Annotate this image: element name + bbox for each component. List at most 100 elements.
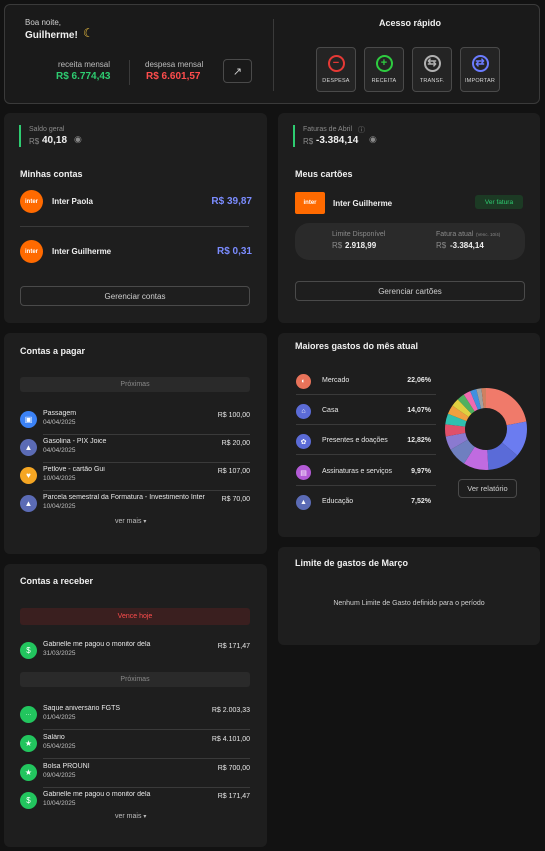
quick-transfer-label: TRANSF. bbox=[419, 78, 445, 84]
more-icon: ··· bbox=[20, 706, 37, 723]
top-expenses-panel: Maiores gastos do mês atual ◐ Mercado 22… bbox=[278, 333, 540, 537]
item-name: Gasolina - PIX Joice bbox=[43, 438, 107, 445]
minus-icon: − bbox=[327, 55, 345, 72]
category-percent: 7,52% bbox=[411, 498, 431, 505]
limit-label: Limite Disponível bbox=[332, 231, 386, 238]
payables-title: Contas a pagar bbox=[20, 346, 86, 356]
manage-cards-button[interactable]: Gerenciar cartões bbox=[295, 281, 525, 301]
cards-title: Meus cartões bbox=[295, 169, 353, 179]
card-logo-icon: inter bbox=[295, 192, 325, 214]
list-item[interactable]: ▲ Parcela semestral da Formatura - Inves… bbox=[20, 493, 250, 515]
list-item[interactable]: ♥ Petlove - cartão Gui 10/04/2025 R$ 107… bbox=[20, 465, 250, 491]
limit-currency: R$ bbox=[332, 241, 343, 250]
greeting-text: Boa noite, bbox=[25, 18, 62, 27]
upcoming-section-label: Próximas bbox=[20, 377, 250, 392]
list-item[interactable]: ★ Bolsa PROUNI 09/04/2025 R$ 700,00 bbox=[20, 762, 250, 788]
row-divider bbox=[43, 434, 250, 435]
item-value: R$ 2.003,33 bbox=[211, 707, 250, 714]
account-name: Inter Guilherme bbox=[52, 247, 112, 256]
invoice-accent bbox=[293, 125, 295, 147]
item-date: 09/04/2025 bbox=[43, 772, 76, 779]
pet-icon: ♥ bbox=[20, 467, 37, 484]
account-row[interactable]: inter Inter Paola R$ 39,87 bbox=[20, 190, 252, 214]
invoice-label: Faturas de Abril bbox=[303, 126, 353, 133]
quick-expense-button[interactable]: − DESPESA bbox=[316, 47, 356, 92]
info-icon: ⓘ bbox=[358, 127, 365, 134]
item-date: 05/04/2025 bbox=[43, 743, 76, 750]
quick-import-button[interactable]: ⇄ IMPORTAR bbox=[460, 47, 500, 92]
item-name: Saque aniversário FGTS bbox=[43, 705, 121, 712]
top-expenses-title: Maiores gastos do mês atual bbox=[295, 341, 419, 351]
account-row[interactable]: inter Inter Guilherme R$ 0,31 bbox=[20, 240, 252, 264]
item-value: R$ 171,47 bbox=[217, 793, 250, 800]
list-item[interactable]: ✿ Presentes e doações 12,82% bbox=[296, 433, 436, 455]
chevron-down-icon: ▾ bbox=[143, 814, 147, 820]
quick-access-title: Acesso rápido bbox=[379, 18, 442, 28]
eye-icon[interactable]: ◉ bbox=[369, 134, 377, 145]
trend-icon: ↗ bbox=[232, 65, 243, 78]
item-name: Salário bbox=[43, 734, 65, 741]
moon-icon: ☾ bbox=[83, 26, 94, 40]
cart-icon: ◐ bbox=[296, 374, 311, 389]
list-item[interactable]: ★ Salário 05/04/2025 R$ 4.101,00 bbox=[20, 733, 250, 759]
see-more-link[interactable]: ver mais ▾ bbox=[115, 813, 146, 820]
balance-accent bbox=[19, 125, 21, 147]
bank-logo-icon: inter bbox=[20, 240, 43, 263]
card-summary: Limite Disponível R$ 2.918,99 Fatura atu… bbox=[295, 223, 525, 260]
see-report-button[interactable]: Ver relatório bbox=[458, 479, 517, 498]
item-name: Bolsa PROUNI bbox=[43, 763, 90, 770]
invoice-value: -3.384,14 bbox=[316, 135, 359, 146]
accounts-title: Minhas contas bbox=[20, 169, 83, 179]
list-item[interactable]: ▣ Passagem 04/04/2025 R$ 100,00 bbox=[20, 409, 250, 435]
category-percent: 22,06% bbox=[407, 377, 431, 384]
see-more-link[interactable]: ver mais ▾ bbox=[115, 518, 146, 525]
expense-label: despesa mensal bbox=[145, 60, 204, 69]
quick-import-label: IMPORTAR bbox=[464, 78, 496, 84]
item-date: 04/04/2025 bbox=[43, 447, 76, 454]
category-name: Mercado bbox=[322, 377, 350, 384]
item-name: Gabrielle me pagou o monitor dela bbox=[43, 641, 151, 648]
list-item[interactable]: ⌂ Casa 14,07% bbox=[296, 403, 436, 425]
item-date: 10/04/2025 bbox=[43, 503, 76, 510]
list-item[interactable]: ▲ Gasolina - PIX Joice 04/04/2025 R$ 20,… bbox=[20, 437, 250, 463]
quick-transfer-button[interactable]: ⇆ TRANSF. bbox=[412, 47, 452, 92]
list-item[interactable]: ··· Saque aniversário FGTS 01/04/2025 R$… bbox=[20, 704, 250, 730]
invoice-currency: R$ bbox=[303, 137, 314, 146]
see-invoice-button[interactable]: Ver fatura bbox=[475, 195, 523, 209]
balance-currency: R$ bbox=[29, 137, 40, 146]
item-date: 31/03/2025 bbox=[43, 650, 76, 657]
list-item[interactable]: ▲ Educação 7,52% bbox=[296, 494, 436, 512]
card-name: Inter Guilherme bbox=[333, 199, 393, 208]
item-name: Gabrielle me pagou o monitor dela bbox=[43, 791, 151, 798]
list-item[interactable]: $ Gabrielle me pagou o monitor dela 10/0… bbox=[20, 790, 250, 812]
eye-icon[interactable]: ◉ bbox=[74, 134, 82, 145]
row-divider bbox=[296, 394, 436, 395]
plus-icon: + bbox=[375, 55, 393, 72]
account-name: Inter Paola bbox=[52, 197, 93, 206]
list-item[interactable]: $ Gabrielle me pagou o monitor dela 31/0… bbox=[20, 640, 250, 662]
quick-income-button[interactable]: + RECEITA bbox=[364, 47, 404, 92]
see-more-label: ver mais bbox=[115, 813, 142, 820]
header-panel: Boa noite, Guilherme! ☾ receita mensal R… bbox=[4, 4, 540, 104]
chevron-down-icon: ▾ bbox=[143, 519, 147, 525]
list-item[interactable]: ◐ Mercado 22,06% bbox=[296, 373, 436, 395]
item-value: R$ 4.101,00 bbox=[211, 736, 250, 743]
chart-toggle-button[interactable]: ↗ bbox=[223, 59, 252, 83]
item-date: 10/04/2025 bbox=[43, 475, 76, 482]
user-name: Guilherme! bbox=[25, 30, 78, 41]
row-divider bbox=[43, 490, 250, 491]
due-today-label: Vence hoje bbox=[20, 608, 250, 625]
list-item[interactable]: ▤ Assinaturas e serviços 9,97% bbox=[296, 464, 436, 486]
education-icon: ▲ bbox=[20, 495, 37, 512]
item-value: R$ 20,00 bbox=[221, 440, 250, 447]
category-percent: 9,97% bbox=[411, 468, 431, 475]
row-divider bbox=[296, 485, 436, 486]
account-balance: R$ 0,31 bbox=[216, 246, 252, 257]
item-value: R$ 107,00 bbox=[217, 468, 250, 475]
manage-accounts-button[interactable]: Gerenciar contas bbox=[20, 286, 250, 306]
expenses-donut-chart bbox=[445, 388, 527, 470]
income-value: R$ 6.774,43 bbox=[56, 71, 111, 82]
bank-logo-icon: inter bbox=[20, 190, 43, 213]
item-value: R$ 100,00 bbox=[217, 412, 250, 419]
spending-limit-empty: Nenhum Limite de Gasto definido para o p… bbox=[333, 600, 485, 607]
